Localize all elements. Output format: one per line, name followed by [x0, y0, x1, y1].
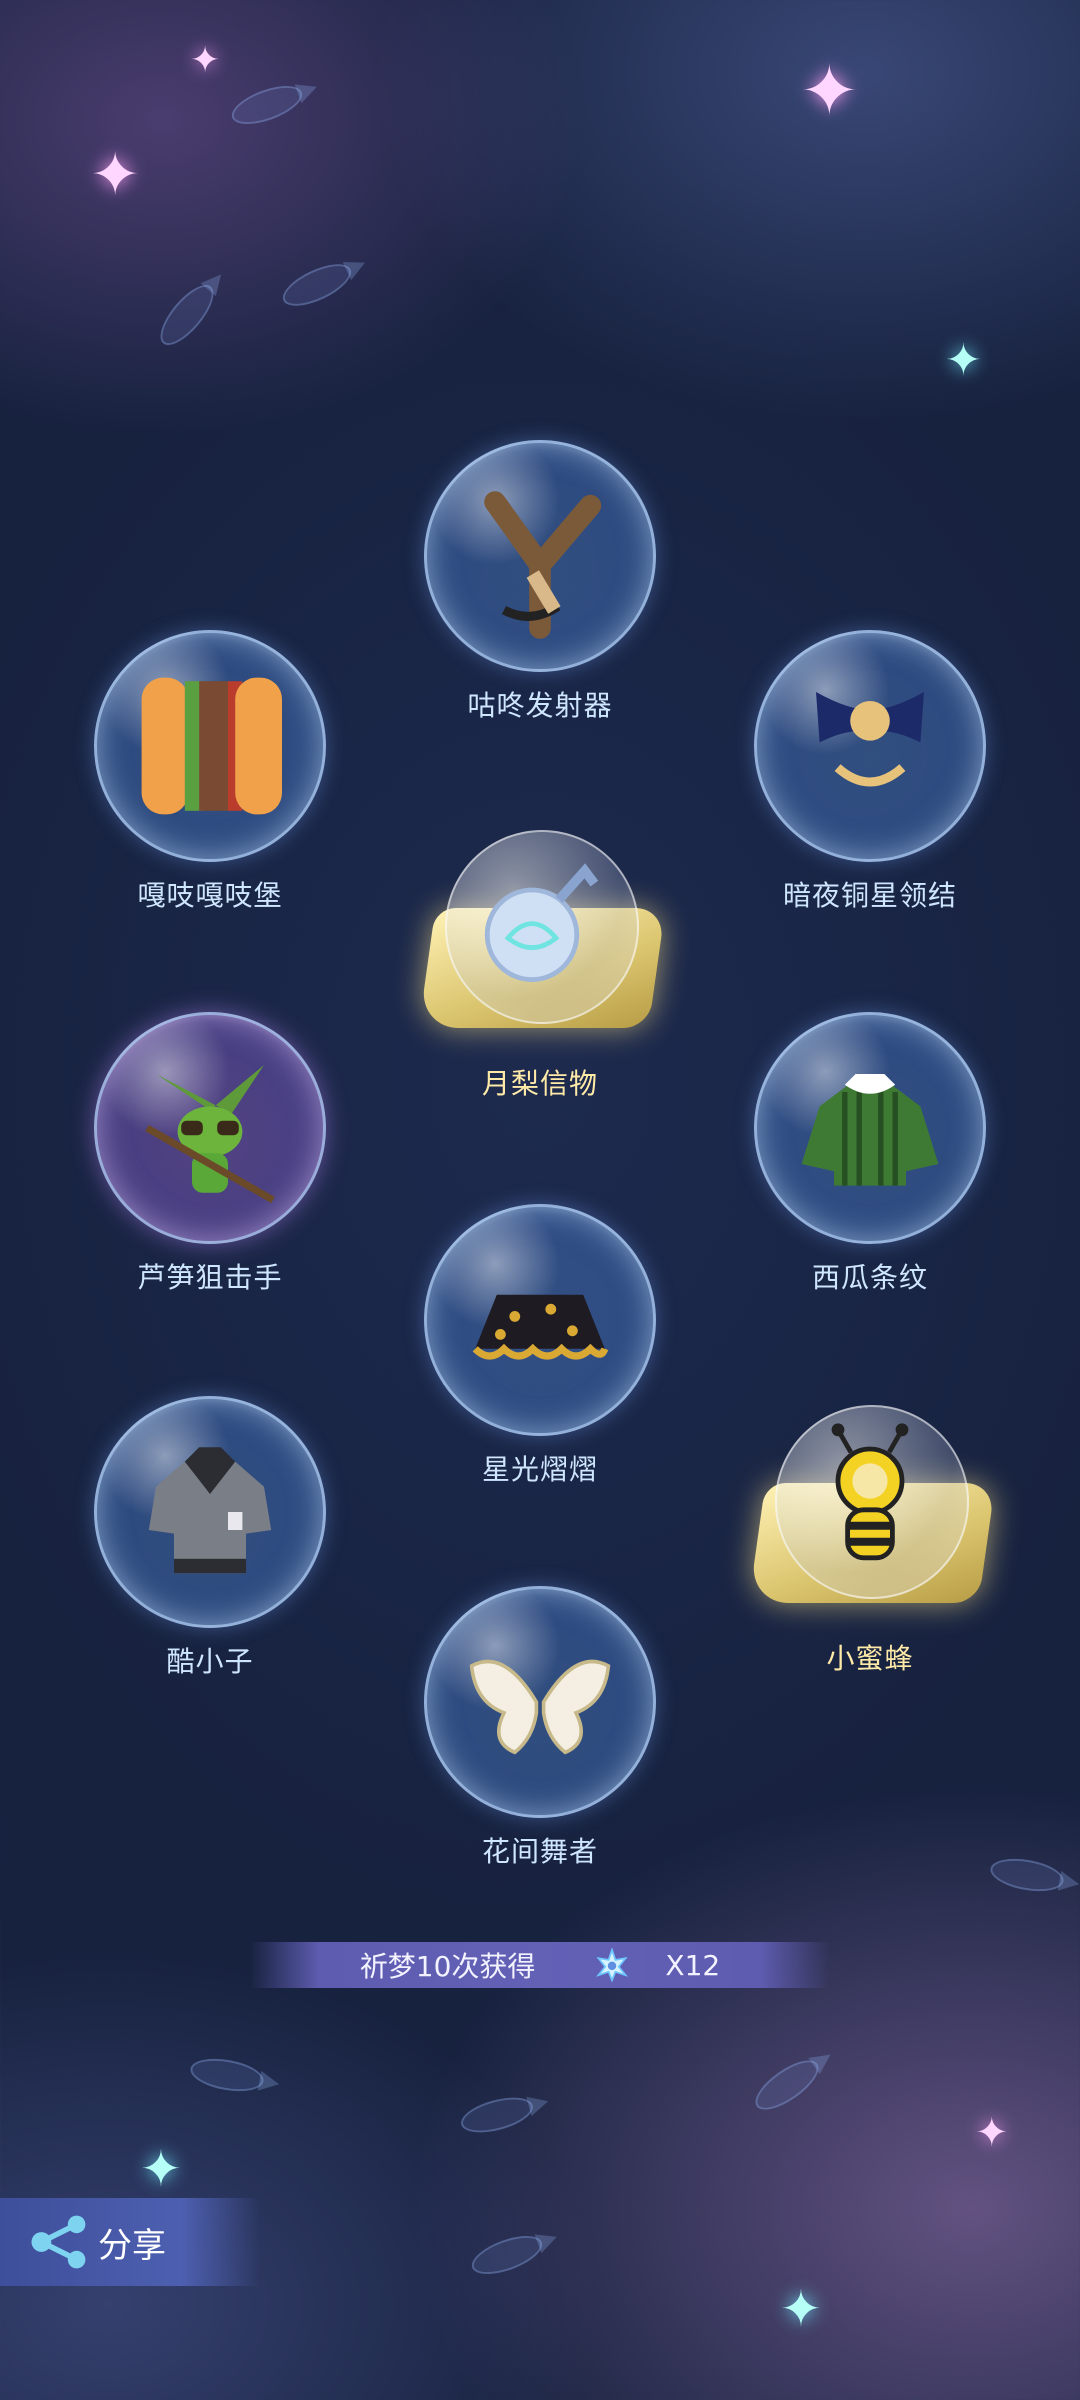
share-label: 分享	[98, 2225, 166, 2266]
sparkle-decoration: ✦	[780, 2280, 822, 2338]
reward-item-cool-shirt[interactable]: 酷小子	[80, 1396, 340, 1680]
reward-item-star-skirt[interactable]: 星光熠熠	[410, 1204, 670, 1488]
item-label: 酷小子	[166, 1645, 254, 1678]
sparkle-decoration: ✦	[945, 335, 982, 386]
reward-text: 祈梦10次获得	[359, 1950, 536, 1983]
asparagus-sniper-icon	[145, 1065, 275, 1204]
star-skirt-icon	[472, 1294, 609, 1360]
reward-item-bee-hat[interactable]: 小蜜蜂	[740, 1395, 1000, 1677]
striped-jacket-icon	[801, 1074, 939, 1186]
sparkle-decoration: ✦	[140, 2140, 182, 2198]
reward-item-striped-jacket[interactable]: 西瓜条纹	[740, 1012, 1000, 1296]
reward-item-bow-tie[interactable]: 暗夜铜星领结	[740, 630, 1000, 914]
fish-decoration	[227, 78, 307, 132]
reward-item-slingshot[interactable]: 咕咚发射器	[410, 440, 670, 724]
fish-decoration	[277, 255, 357, 315]
butterfly-wings-icon	[469, 1659, 611, 1755]
fish-decoration	[748, 2051, 826, 2119]
fish-decoration	[467, 2228, 547, 2282]
item-label: 月梨信物	[481, 1067, 598, 1100]
sparkle-decoration: ✦	[90, 140, 141, 210]
fish-decoration	[457, 2090, 537, 2140]
item-label: 西瓜条纹	[811, 1261, 928, 1294]
reward-summary-bar: 祈梦10次获得 X12	[250, 1942, 830, 1988]
bow-tie-icon	[816, 692, 924, 787]
fish-decoration	[987, 1853, 1067, 1897]
item-label: 咕咚发射器	[467, 689, 613, 722]
pear-token-icon	[484, 863, 599, 982]
burger-icon	[141, 677, 282, 815]
reward-item-butterfly-wings[interactable]: 花间舞者	[410, 1586, 670, 1870]
reward-item-burger[interactable]: 嘎吱嘎吱堡	[80, 630, 340, 914]
dream-ticket-icon	[596, 1948, 629, 1982]
item-label: 花间舞者	[481, 1835, 598, 1868]
item-label: 暗夜铜星领结	[782, 879, 957, 912]
sparkle-decoration: ✦	[800, 50, 859, 132]
fish-decoration	[187, 2053, 267, 2097]
item-label: 星光熠熠	[481, 1453, 598, 1486]
bee-hat-icon	[831, 1423, 909, 1561]
reward-item-pear-token[interactable]: 月梨信物	[410, 820, 670, 1102]
sparkle-decoration: ✦	[975, 2110, 1009, 2156]
reward-item-asparagus-sniper[interactable]: 芦笋狙击手	[80, 1012, 340, 1296]
sparkle-decoration: ✦	[190, 40, 221, 81]
share-icon	[31, 2215, 86, 2269]
share-button[interactable]: 分享	[0, 2198, 260, 2286]
reward-count: X12	[665, 1948, 721, 1982]
slingshot-icon	[484, 491, 602, 639]
item-label: 芦笋狙击手	[137, 1261, 283, 1294]
fish-decoration	[151, 277, 223, 353]
item-label: 小蜜蜂	[826, 1642, 914, 1675]
item-label: 嘎吱嘎吱堡	[137, 879, 283, 912]
cool-shirt-icon	[148, 1447, 272, 1574]
